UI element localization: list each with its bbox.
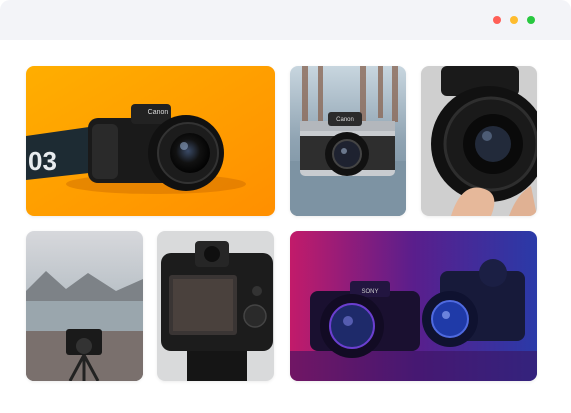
camera-photo-1: 03 Canon bbox=[26, 66, 275, 216]
gallery-image-lake-tripod[interactable] bbox=[26, 231, 143, 381]
camera-brand-text: SONY bbox=[361, 289, 378, 295]
window-titlebar bbox=[0, 0, 571, 40]
camera-photo-4 bbox=[26, 231, 143, 381]
gallery-image-retro-camera[interactable]: Canon bbox=[290, 66, 406, 216]
window-controls bbox=[493, 16, 535, 24]
camera-brand-text: Canon bbox=[148, 109, 169, 116]
browser-window: 03 Canon Canon SONY bbox=[0, 0, 571, 413]
camera-photo-3 bbox=[421, 66, 537, 216]
camera-brand-text: Canon bbox=[336, 117, 354, 123]
camera-photo-5 bbox=[157, 231, 274, 381]
minimize-dot[interactable] bbox=[510, 16, 518, 24]
gallery-image-camera-back[interactable] bbox=[157, 231, 274, 381]
gallery-image-camera-orange[interactable]: 03 Canon bbox=[26, 66, 275, 216]
gallery-image-neon-cameras[interactable]: SONY bbox=[290, 231, 537, 381]
close-dot[interactable] bbox=[493, 16, 501, 24]
maximize-dot[interactable] bbox=[527, 16, 535, 24]
camera-photo-2: Canon bbox=[290, 66, 406, 216]
gallery-image-lens-hand[interactable] bbox=[421, 66, 537, 216]
camera-photo-6: SONY bbox=[290, 231, 537, 381]
strap-text: 03 bbox=[28, 146, 57, 176]
